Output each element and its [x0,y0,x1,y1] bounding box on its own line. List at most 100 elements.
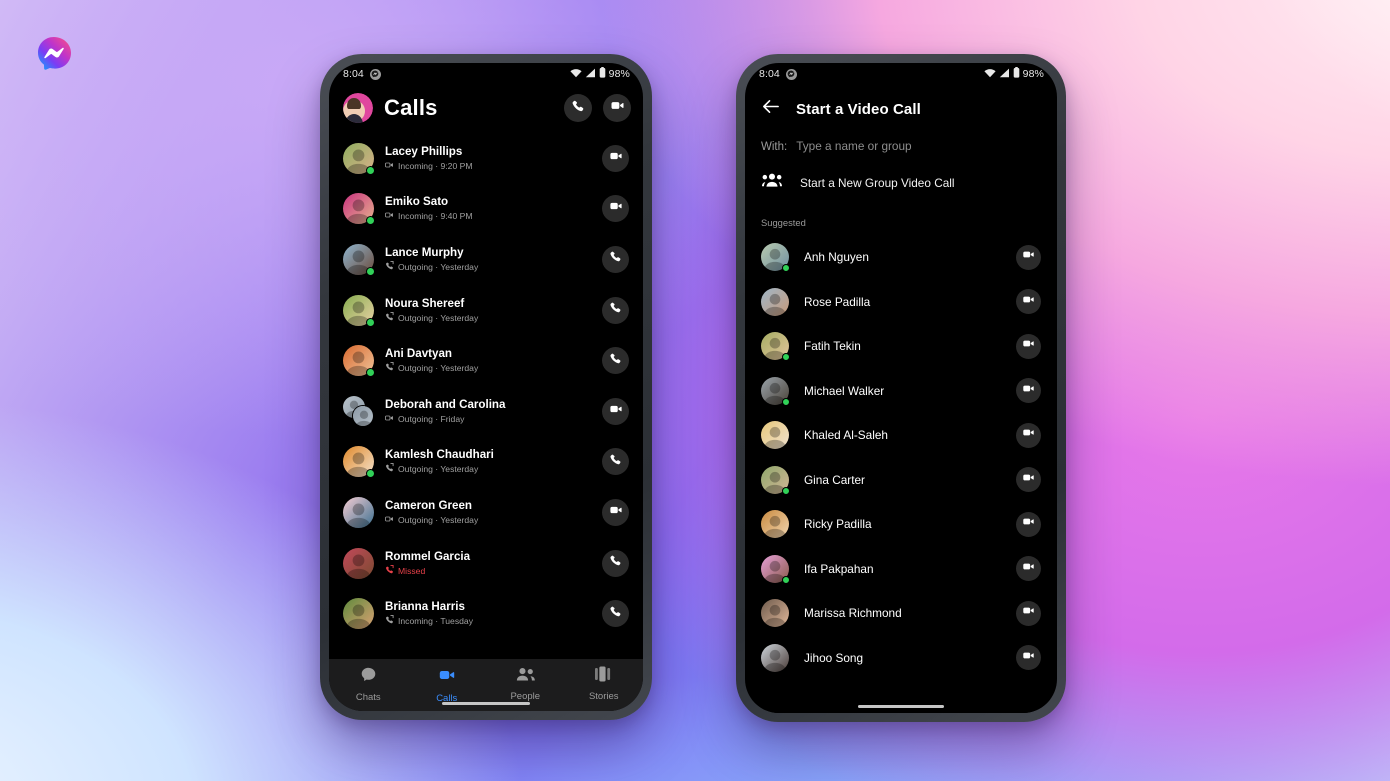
call-list-item[interactable]: Lacey Phillips Incoming · 9:20 PM [329,133,643,184]
video-call-button[interactable] [1016,645,1041,671]
avatar[interactable] [761,643,789,672]
tab-stories[interactable]: Stories [565,666,644,702]
video-camera-icon [609,402,623,421]
video-call-button[interactable] [1016,289,1041,315]
audio-call-button[interactable] [602,448,629,476]
video-call-direction-icon [385,160,394,173]
video-call-button[interactable] [1016,378,1041,404]
call-item-text: Kamlesh Chaudhari Outgoing · Yesterday [385,447,602,476]
suggested-contact-item[interactable]: Gina Carter [745,458,1057,503]
suggested-contact-item[interactable]: Rose Padilla [745,280,1057,325]
video-call-button[interactable] [603,94,631,122]
phone-call-direction-icon [385,362,394,375]
suggested-contact-item[interactable]: Jihoo Song [745,636,1057,681]
avatar[interactable] [343,294,375,327]
battery-icon [1013,67,1020,81]
wifi-icon [570,68,582,81]
video-call-button[interactable] [1016,600,1041,626]
call-item-text: Rommel Garcia Missed [385,549,602,578]
cellular-signal-icon [999,68,1010,81]
suggested-contact-item[interactable]: Marissa Richmond [745,591,1057,636]
cellular-signal-icon [585,68,596,81]
avatar[interactable] [343,547,374,579]
audio-call-button[interactable] [602,347,629,375]
start-group-video-call-button[interactable]: Start a New Group Video Call [745,163,1057,202]
avatar[interactable] [761,599,789,628]
avatar[interactable] [761,465,790,495]
suggested-contact-item[interactable]: Ricky Padilla [745,502,1057,547]
suggested-contact-item[interactable]: Anh Nguyen [745,235,1057,280]
status-bar: 8:04 98% [329,63,643,85]
tab-calls[interactable]: Calls [408,666,487,704]
avatar[interactable] [761,510,789,539]
tab-people[interactable]: People [486,666,565,702]
avatar[interactable] [761,554,790,584]
avatar[interactable] [343,395,374,427]
video-call-button[interactable] [602,195,629,223]
suggested-list: Anh Nguyen Rose Padilla Fatih Tekin Mich… [745,235,1057,680]
video-call-button[interactable] [602,498,629,526]
video-call-button[interactable] [1016,244,1041,270]
call-list-item[interactable]: Deborah and Carolina Outgoing · Friday [329,386,643,437]
status-bar: 8:04 98% [745,63,1057,85]
audio-call-button[interactable] [602,245,629,273]
suggested-contact-item[interactable]: Ifa Pakpahan [745,547,1057,592]
video-call-button[interactable] [1016,422,1041,448]
phone-call-direction-icon [385,564,394,578]
calls-list: Lacey Phillips Incoming · 9:20 PM Emiko S… [329,133,643,639]
avatar[interactable] [343,243,375,276]
call-list-item[interactable]: Rommel Garcia Missed [329,538,643,589]
phone-icon [571,99,585,118]
video-call-button[interactable] [1016,333,1041,359]
audio-call-button[interactable] [602,296,629,324]
avatar[interactable] [343,142,375,175]
call-list-item[interactable]: Brianna Harris Incoming · Tuesday [329,588,643,639]
messenger-logo [36,36,72,72]
suggested-contact-item[interactable]: Michael Walker [745,369,1057,414]
suggested-contact-item[interactable]: Khaled Al-Saleh [745,413,1057,458]
audio-call-button[interactable] [564,94,592,122]
video-call-button[interactable] [1016,467,1041,493]
avatar[interactable] [343,446,375,479]
avatar[interactable] [343,598,374,630]
suggested-contact-item[interactable]: Fatih Tekin [745,324,1057,369]
back-arrow-icon[interactable] [761,97,780,121]
video-call-button[interactable] [1016,556,1041,582]
contact-name: Khaled Al-Saleh [804,428,888,443]
video-call-button[interactable] [602,144,629,172]
avatar[interactable] [343,496,374,528]
avatar[interactable] [761,287,789,316]
avatar[interactable] [761,332,790,362]
call-list-item[interactable]: Cameron Green Outgoing · Yesterday [329,487,643,538]
phone-right-start-video-call: 8:04 98% Start a Video Call With: Type a… [736,54,1066,722]
screen-calls: 8:04 98% Calls Lacey Phillips Incoming ·… [329,63,643,711]
call-list-item[interactable]: Kamlesh Chaudhari Outgoing · Yesterday [329,437,643,488]
video-call-button[interactable] [1016,511,1041,537]
call-status-text: Outgoing · Friday [385,413,602,426]
audio-call-button[interactable] [602,549,629,577]
video-camera-icon [609,503,623,522]
avatar[interactable] [343,345,375,378]
home-indicator [858,705,944,708]
contact-name: Ifa Pakpahan [804,561,874,576]
online-status-dot [782,397,790,406]
avatar[interactable] [761,421,789,450]
avatar[interactable] [343,193,375,226]
profile-avatar[interactable] [343,93,373,123]
call-list-item[interactable]: Emiko Sato Incoming · 9:40 PM [329,184,643,235]
audio-call-button[interactable] [602,600,629,628]
avatar[interactable] [761,376,790,406]
messenger-notification-icon [785,68,797,80]
call-list-item[interactable]: Lance Murphy Outgoing · Yesterday [329,234,643,285]
video-call-button[interactable] [602,397,629,425]
call-list-item[interactable]: Noura Shereef Outgoing · Yesterday [329,285,643,336]
call-list-item[interactable]: Ani Davtyan Outgoing · Yesterday [329,335,643,386]
tab-chats[interactable]: Chats [329,666,408,703]
call-status-text: Missed [385,564,602,578]
video-call-header: Start a Video Call [745,85,1057,135]
video-camera-icon [609,149,623,168]
avatar[interactable] [761,243,790,273]
recipient-input[interactable]: Type a name or group [796,139,911,153]
with-field-row[interactable]: With: Type a name or group [745,135,1057,163]
battery-percent: 98% [608,68,630,80]
